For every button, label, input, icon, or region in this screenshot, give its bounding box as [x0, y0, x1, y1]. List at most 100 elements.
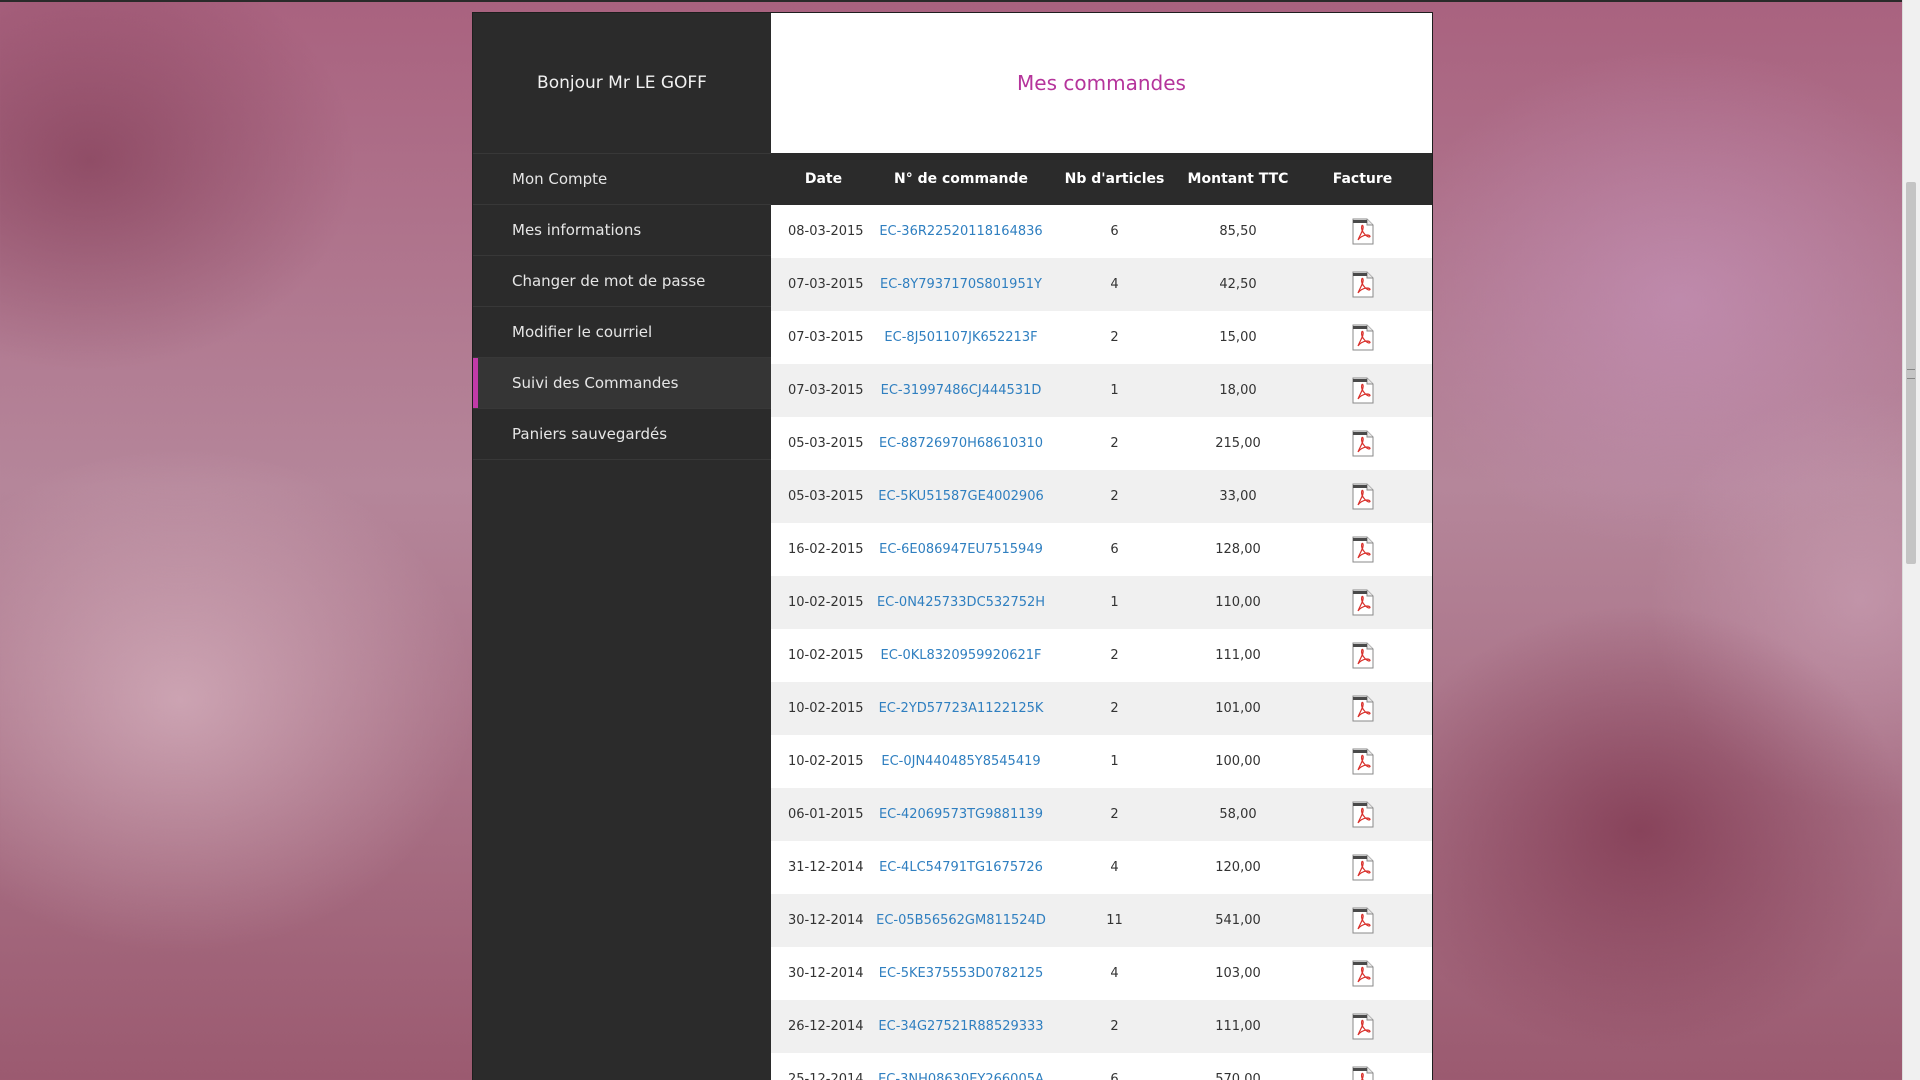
- pdf-icon[interactable]: [1352, 271, 1374, 298]
- sidebar-nav: Mon Compte Mes informations Changer de m…: [473, 154, 771, 460]
- order-item-count: 2: [1046, 311, 1183, 364]
- order-number-link[interactable]: EC-0JN440485Y8545419: [881, 754, 1040, 769]
- invoice-cell: [1293, 947, 1432, 1000]
- order-number-cell: EC-0N425733DC532752H: [876, 576, 1046, 629]
- column-header-invoice: Facture: [1293, 153, 1432, 205]
- table-row: 06-01-2015 EC-42069573TG9881139 2 58,00: [771, 788, 1432, 841]
- order-item-count: 4: [1046, 258, 1183, 311]
- table-row: 30-12-2014 EC-5KE375553D0782125 4 103,00: [771, 947, 1432, 1000]
- pdf-icon[interactable]: [1352, 430, 1374, 457]
- order-amount: 58,00: [1183, 788, 1293, 841]
- order-date: 07-03-2015: [771, 311, 876, 364]
- page-scrollbar[interactable]: [1902, 0, 1920, 1080]
- pdf-icon[interactable]: [1352, 324, 1374, 351]
- sidebar-item-mes-informations[interactable]: Mes informations: [473, 205, 771, 256]
- order-item-count: 1: [1046, 735, 1183, 788]
- order-number-cell: EC-2YD57723A1122125K: [876, 682, 1046, 735]
- sidebar-item-paniers-sauvegardes[interactable]: Paniers sauvegardés: [473, 409, 771, 460]
- order-number-link[interactable]: EC-0N425733DC532752H: [877, 595, 1045, 610]
- orders-table: Date N° de commande Nb d'articles Montan…: [771, 153, 1432, 1080]
- page-title: Mes commandes: [771, 13, 1432, 153]
- account-panel: Bonjour Mr LE GOFF Mon Compte Mes inform…: [472, 12, 1433, 1080]
- table-row: 07-03-2015 EC-8Y7937170S801951Y 4 42,50: [771, 258, 1432, 311]
- order-number-link[interactable]: EC-05B56562GM811524D: [876, 913, 1046, 928]
- pdf-icon[interactable]: [1352, 642, 1374, 669]
- pdf-icon[interactable]: [1352, 483, 1374, 510]
- order-number-link[interactable]: EC-36R22520118164836: [879, 224, 1042, 239]
- order-number-link[interactable]: EC-5KU51587GE4002906: [878, 489, 1043, 504]
- pdf-icon[interactable]: [1352, 854, 1374, 881]
- order-number-cell: EC-31997486CJ444531D: [876, 364, 1046, 417]
- pdf-icon[interactable]: [1352, 907, 1374, 934]
- pdf-icon[interactable]: [1352, 589, 1374, 616]
- order-number-link[interactable]: EC-31997486CJ444531D: [881, 383, 1042, 398]
- sidebar: Bonjour Mr LE GOFF Mon Compte Mes inform…: [473, 13, 771, 1080]
- pdf-icon[interactable]: [1352, 748, 1374, 775]
- invoice-cell: [1293, 523, 1432, 576]
- order-number-link[interactable]: EC-4LC54791TG1675726: [879, 860, 1043, 875]
- order-item-count: 2: [1046, 1000, 1183, 1053]
- scrollbar-grip: [1907, 369, 1915, 379]
- pdf-icon[interactable]: [1352, 1066, 1374, 1080]
- invoice-cell: [1293, 788, 1432, 841]
- table-row: 08-03-2015 EC-36R22520118164836 6 85,50: [771, 205, 1432, 258]
- order-number-link[interactable]: EC-3NH08630EY266005A: [878, 1072, 1044, 1080]
- order-number-link[interactable]: EC-8Y7937170S801951Y: [880, 277, 1042, 292]
- order-number-link[interactable]: EC-34G27521R88529333: [878, 1019, 1043, 1034]
- invoice-cell: [1293, 258, 1432, 311]
- order-number-link[interactable]: EC-88726970H68610310: [879, 436, 1043, 451]
- order-amount: 103,00: [1183, 947, 1293, 1000]
- order-number-cell: EC-42069573TG9881139: [876, 788, 1046, 841]
- pdf-icon[interactable]: [1352, 218, 1374, 245]
- table-row: 07-03-2015 EC-31997486CJ444531D 1 18,00: [771, 364, 1432, 417]
- order-date: 07-03-2015: [771, 364, 876, 417]
- order-number-cell: EC-0JN440485Y8545419: [876, 735, 1046, 788]
- order-number-link[interactable]: EC-6E086947EU7515949: [879, 542, 1043, 557]
- pdf-icon[interactable]: [1352, 695, 1374, 722]
- pdf-icon[interactable]: [1352, 377, 1374, 404]
- order-item-count: 2: [1046, 682, 1183, 735]
- orders-section: Mes commandes Date N° de commande Nb d'a…: [771, 13, 1432, 1080]
- table-row: 31-12-2014 EC-4LC54791TG1675726 4 120,00: [771, 841, 1432, 894]
- order-date: 31-12-2014: [771, 841, 876, 894]
- order-item-count: 6: [1046, 1053, 1183, 1080]
- order-item-count: 6: [1046, 523, 1183, 576]
- pdf-icon[interactable]: [1352, 801, 1374, 828]
- sidebar-item-modifier-courriel[interactable]: Modifier le courriel: [473, 307, 771, 358]
- column-header-order-number: N° de commande: [876, 153, 1046, 205]
- order-number-link[interactable]: EC-8J501107JK652213F: [884, 330, 1037, 345]
- order-date: 26-12-2014: [771, 1000, 876, 1053]
- order-amount: 101,00: [1183, 682, 1293, 735]
- pdf-icon[interactable]: [1352, 536, 1374, 563]
- pdf-icon[interactable]: [1352, 1013, 1374, 1040]
- order-amount: 111,00: [1183, 629, 1293, 682]
- table-row: 10-02-2015 EC-2YD57723A1122125K 2 101,00: [771, 682, 1432, 735]
- sidebar-item-changer-mot-de-passe[interactable]: Changer de mot de passe: [473, 256, 771, 307]
- order-item-count: 2: [1046, 470, 1183, 523]
- invoice-cell: [1293, 735, 1432, 788]
- table-row: 16-02-2015 EC-6E086947EU7515949 6 128,00: [771, 523, 1432, 576]
- orders-table-body: 08-03-2015 EC-36R22520118164836 6 85,50 07-0…: [771, 205, 1432, 1080]
- sidebar-item-suivi-commandes[interactable]: Suivi des Commandes: [473, 358, 771, 409]
- sidebar-item-mon-compte[interactable]: Mon Compte: [473, 154, 771, 205]
- order-item-count: 2: [1046, 417, 1183, 470]
- order-item-count: 4: [1046, 947, 1183, 1000]
- order-date: 05-03-2015: [771, 470, 876, 523]
- order-number-link[interactable]: EC-2YD57723A1122125K: [879, 701, 1044, 716]
- column-header-item-count: Nb d'articles: [1046, 153, 1183, 205]
- order-number-cell: EC-34G27521R88529333: [876, 1000, 1046, 1053]
- order-amount: 100,00: [1183, 735, 1293, 788]
- order-amount: 541,00: [1183, 894, 1293, 947]
- order-number-cell: EC-8J501107JK652213F: [876, 311, 1046, 364]
- order-date: 10-02-2015: [771, 682, 876, 735]
- order-amount: 128,00: [1183, 523, 1293, 576]
- order-number-link[interactable]: EC-42069573TG9881139: [879, 807, 1043, 822]
- order-number-link[interactable]: EC-0KL8320959920621F: [880, 648, 1041, 663]
- pdf-icon[interactable]: [1352, 960, 1374, 987]
- order-date: 10-02-2015: [771, 735, 876, 788]
- order-amount: 215,00: [1183, 417, 1293, 470]
- table-row: 30-12-2014 EC-05B56562GM811524D 11 541,00: [771, 894, 1432, 947]
- order-number-link[interactable]: EC-5KE375553D0782125: [879, 966, 1044, 981]
- table-row: 10-02-2015 EC-0N425733DC532752H 1 110,00: [771, 576, 1432, 629]
- order-amount: 111,00: [1183, 1000, 1293, 1053]
